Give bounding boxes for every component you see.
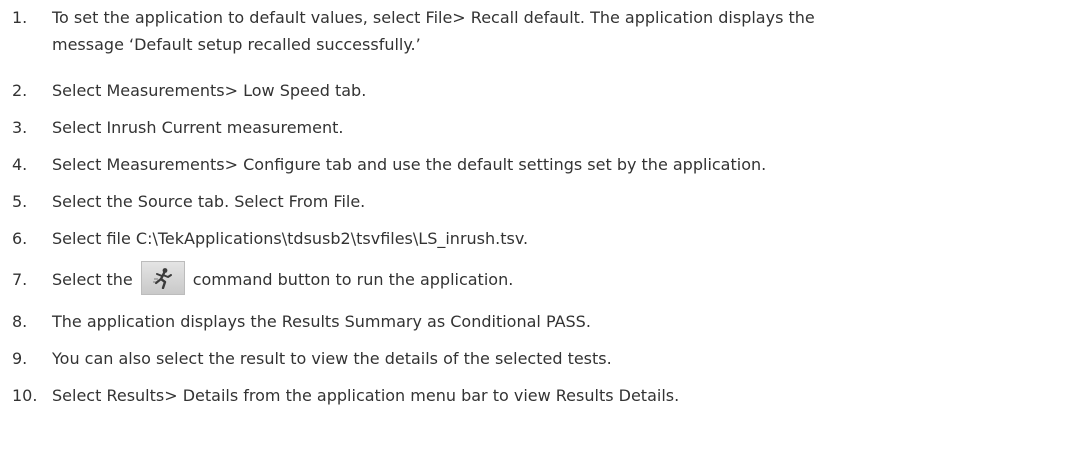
step-text: Select Measurements> Low Speed tab. (52, 81, 367, 100)
step-text: Select the command button to run the app… (52, 260, 514, 295)
step-number: 7. (12, 270, 28, 289)
step-text: Select file C:\TekApplications\tdsusb2\t… (52, 229, 529, 248)
step-text-after-icon: command button to run the application. (192, 270, 514, 289)
step-number: 1. (12, 8, 28, 27)
step-text: Select the Source tab. Select From File. (52, 192, 366, 211)
run-application-icon (152, 267, 172, 289)
step-text: To set the application to default values… (52, 8, 815, 27)
step-number: 10. (12, 386, 38, 405)
step-text: Select Results> Details from the applica… (52, 386, 680, 405)
step-number: 3. (12, 118, 28, 137)
step-number: 6. (12, 229, 28, 248)
step-text: You can also select the result to view t… (52, 349, 612, 368)
step-number: 4. (12, 155, 28, 174)
step-number: 8. (12, 312, 28, 331)
step-text: The application displays the Results Sum… (52, 312, 591, 331)
step-text: Select Measurements> Configure tab and u… (52, 155, 767, 174)
run-application-button-image (140, 260, 185, 295)
step-number: 9. (12, 349, 28, 368)
step-text-before-icon: Select the (52, 270, 133, 289)
step-text-continuation: message ‘Default setup recalled successf… (52, 35, 421, 54)
step-text: Select Inrush Current measurement. (52, 118, 344, 137)
step-number: 5. (12, 192, 28, 211)
step-number: 2. (12, 81, 28, 100)
procedure-document: 1. To set the application to default val… (0, 0, 1083, 475)
